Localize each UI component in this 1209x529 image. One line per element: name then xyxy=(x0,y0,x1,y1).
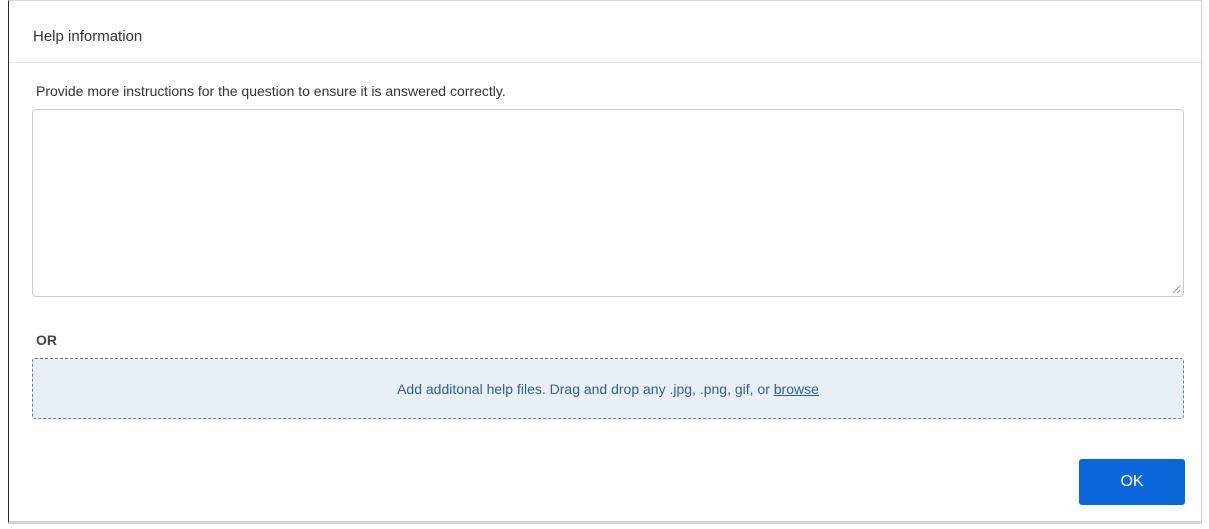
or-separator-label: OR xyxy=(36,332,57,348)
help-text-textarea[interactable] xyxy=(32,109,1184,297)
instructions-text: Provide more instructions for the questi… xyxy=(36,83,506,99)
ok-button[interactable]: OK xyxy=(1079,459,1185,505)
help-information-dialog: Help information Provide more instructio… xyxy=(8,0,1202,524)
dialog-title: Help information xyxy=(33,28,143,45)
resize-grip-icon[interactable] xyxy=(1171,284,1181,294)
file-dropzone[interactable]: Add additonal help files. Drag and drop … xyxy=(32,358,1184,419)
browse-link[interactable]: browse xyxy=(774,381,819,397)
dropzone-instructions: Add additonal help files. Drag and drop … xyxy=(33,381,1183,397)
dropzone-text: Add additonal help files. Drag and drop … xyxy=(397,381,774,397)
dialog-header: Help information xyxy=(9,1,1201,63)
